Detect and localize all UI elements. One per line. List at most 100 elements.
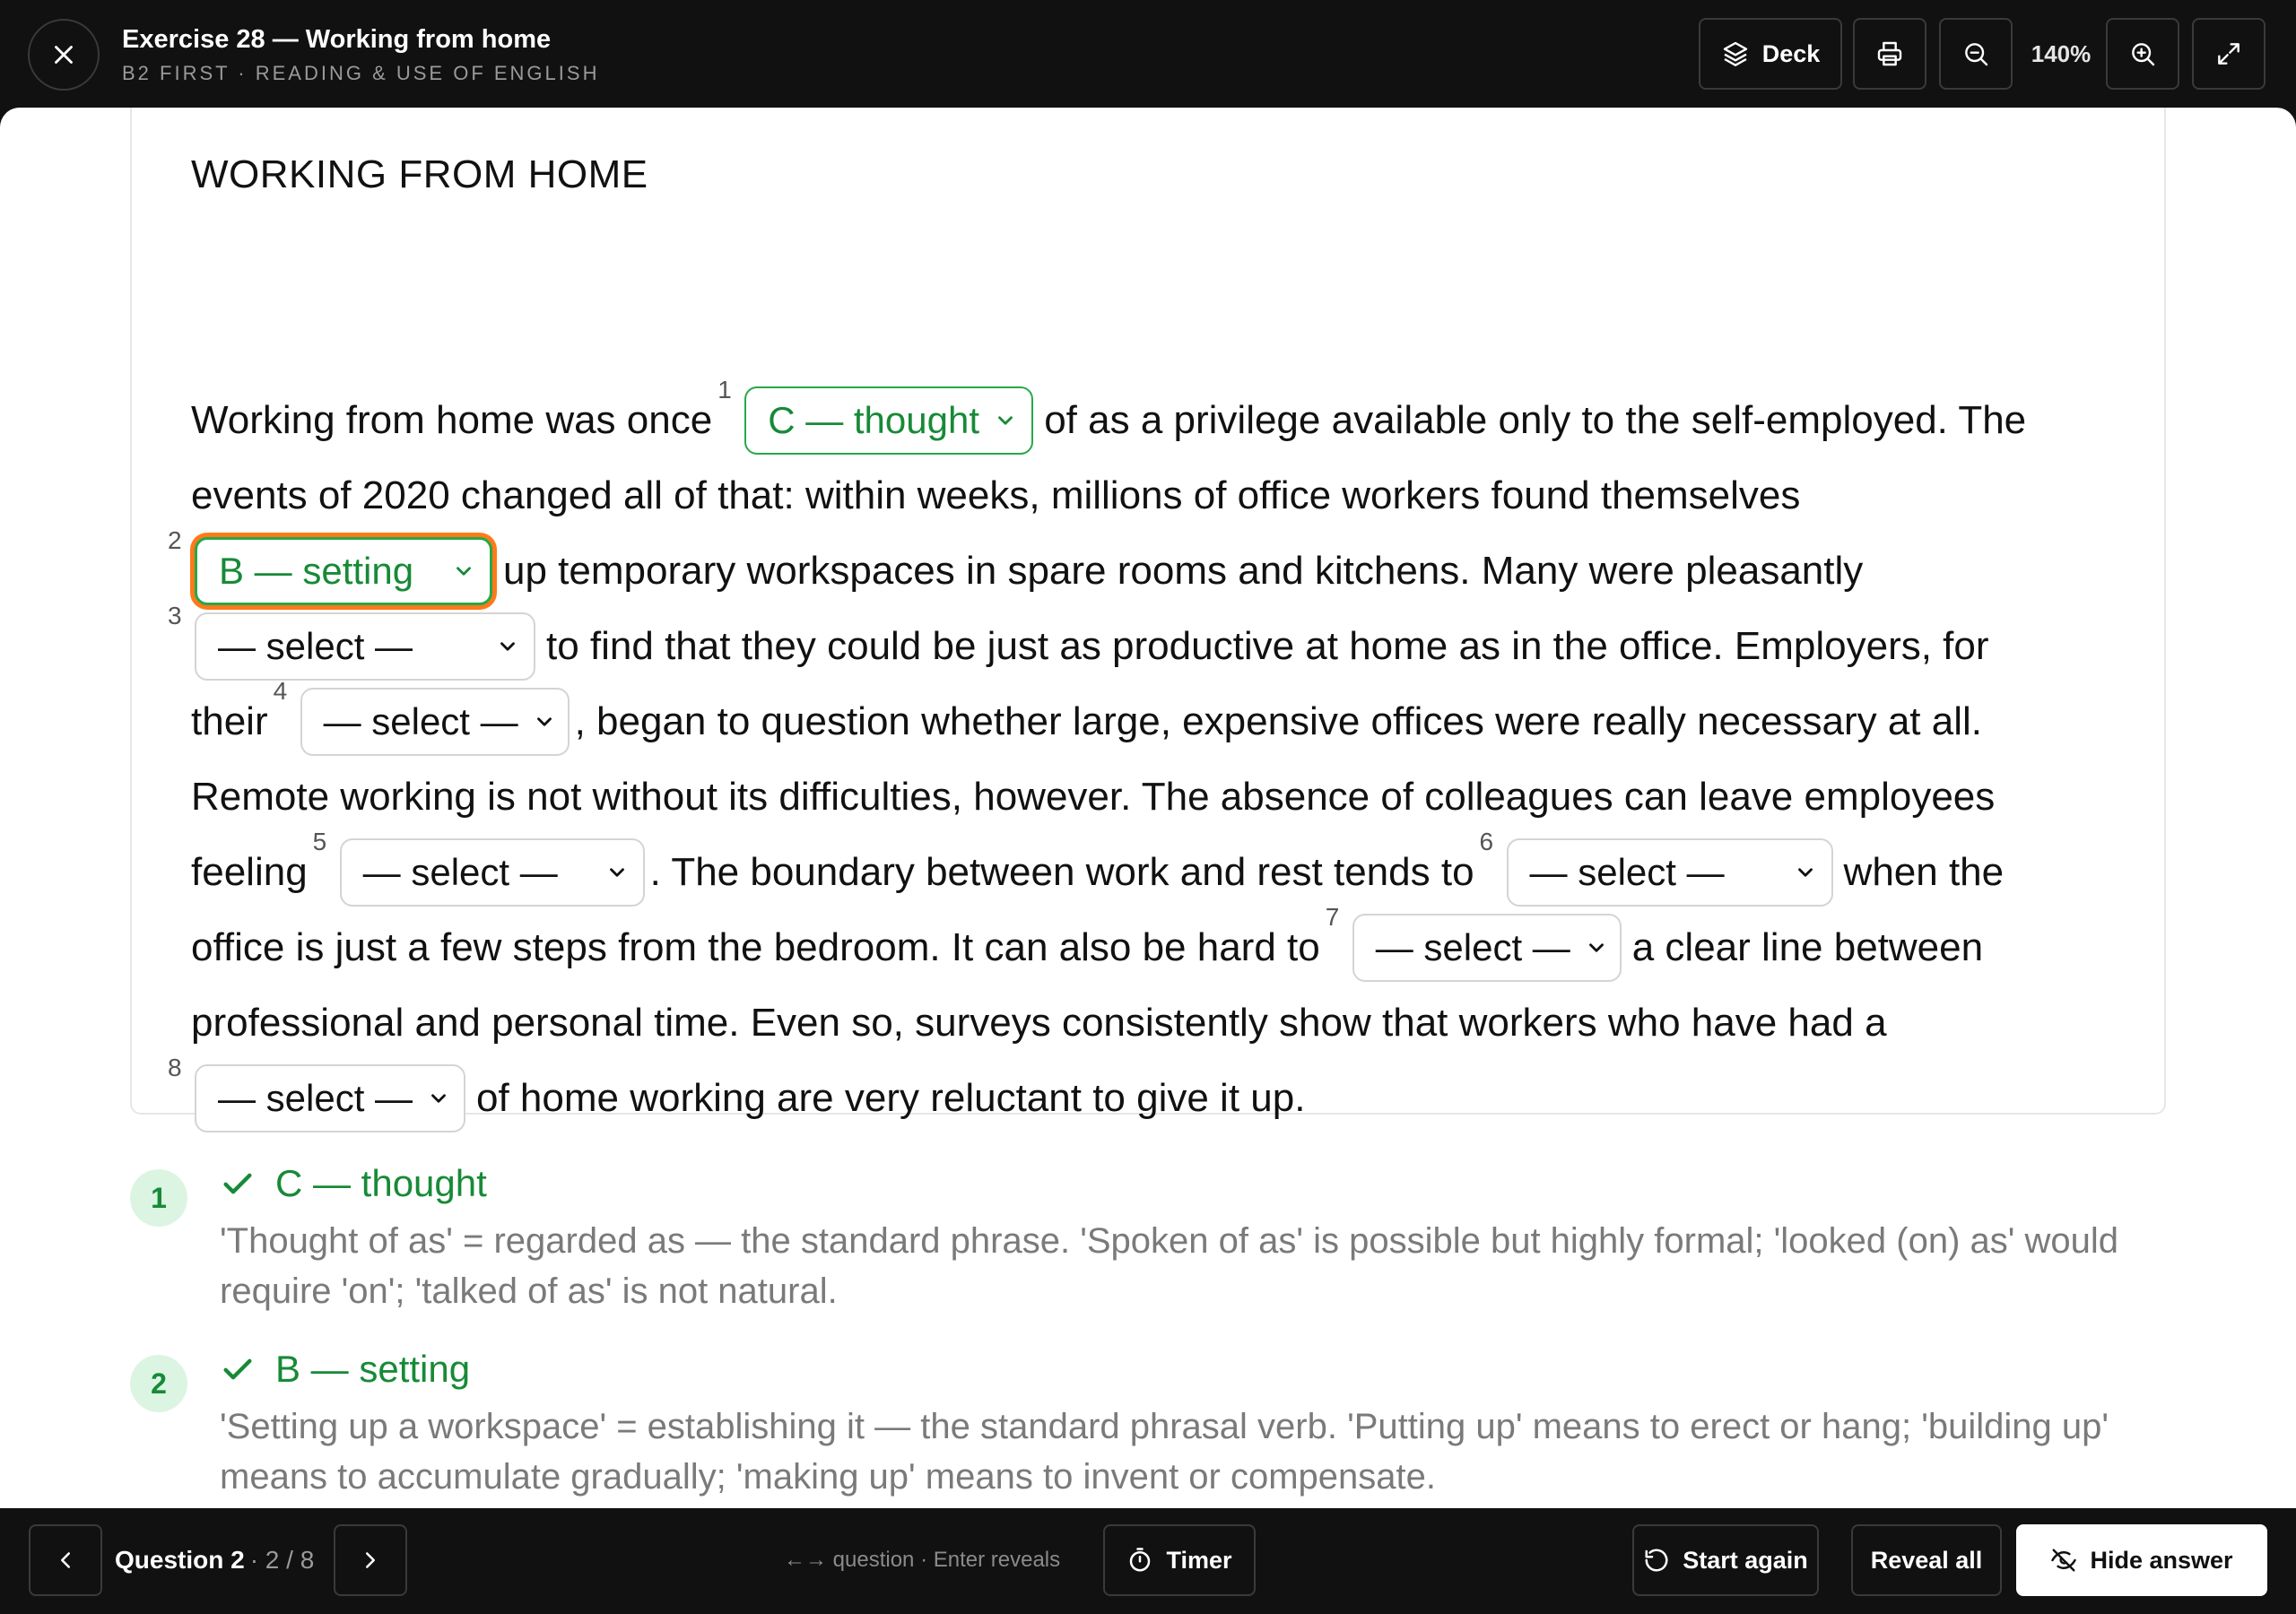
timer-label: Timer xyxy=(1166,1546,1232,1574)
zoom-in-button[interactable] xyxy=(2106,18,2179,90)
answer-number: 1 xyxy=(130,1169,187,1227)
gap-5-value: — select — xyxy=(362,851,558,893)
eye-off-icon xyxy=(2051,1549,2077,1572)
passage-text: office is just a few steps from the bedr… xyxy=(191,925,1320,969)
gap-number: 4 xyxy=(273,677,288,705)
start-again-button[interactable]: Start again xyxy=(1632,1524,1819,1596)
passage-line: Working from home was once 1 C — thought… xyxy=(191,376,2027,458)
passage-line: 2 B — setting up temporary workspaces in… xyxy=(168,526,1863,609)
gap-3-select[interactable]: — select — xyxy=(195,612,535,681)
next-question-button[interactable] xyxy=(334,1524,407,1596)
answer-explanation: 'Thought of as' = regarded as — the stan… xyxy=(220,1221,2119,1311)
answer-value: C — thought xyxy=(275,1162,487,1204)
reveal-all-label: Reveal all xyxy=(1870,1546,1983,1574)
gap-4: 4 — select — xyxy=(274,677,570,756)
answer-number: 2 xyxy=(130,1355,187,1412)
passage-text: when the xyxy=(1843,850,2005,894)
passage-text: Remote working is not without its diffic… xyxy=(191,775,1996,819)
chevron-down-icon xyxy=(998,416,1013,425)
passage-text: their xyxy=(191,699,268,743)
gap-3: 3 — select — xyxy=(168,602,535,681)
gap-6: 6 — select — xyxy=(1480,828,1833,907)
passage-text: . The boundary between work and rest ten… xyxy=(649,850,1474,894)
exercise-title: Exercise 28 — Working from home xyxy=(122,25,552,54)
gap-2: 2 B — setting xyxy=(168,526,492,605)
gap-2-select[interactable]: B — setting xyxy=(195,537,492,605)
passage-line: Remote working is not without its diffic… xyxy=(191,759,1995,835)
chevron-down-icon xyxy=(457,567,471,576)
passage-line: their 4 — select — , began to question w… xyxy=(191,677,1983,759)
gap-4-value: — select — xyxy=(323,700,518,742)
gap-number: 6 xyxy=(1479,828,1494,855)
exercise-subtitle: B2 FIRST · READING & USE OF ENGLISH xyxy=(122,62,600,84)
gap-number: 2 xyxy=(168,526,182,554)
zoom-level: 140% xyxy=(2031,39,2092,67)
passage-text: of as a privilege available only to the … xyxy=(1044,398,2027,442)
chevron-down-icon xyxy=(536,717,552,726)
passage-text: to find that they could be just as produ… xyxy=(546,624,1989,668)
gap-1-select[interactable]: C — thought xyxy=(744,386,1034,455)
print-button[interactable] xyxy=(1853,18,1926,90)
previous-question-button[interactable] xyxy=(29,1524,102,1596)
passage-line: professional and personal time. Even so,… xyxy=(191,985,1887,1061)
passage-line: office is just a few steps from the bedr… xyxy=(191,903,1984,985)
passage-line: feeling 5 — select — . The boundary betw… xyxy=(191,828,2005,910)
deck-label: Deck xyxy=(1761,39,1821,67)
gap-5: 5 — select — xyxy=(313,828,645,907)
close-icon xyxy=(55,46,73,64)
restart-icon xyxy=(1645,1549,1668,1572)
passage-text: events of 2020 changed all of that: with… xyxy=(191,473,1801,517)
gap-8-value: — select — xyxy=(218,1077,413,1119)
check-icon xyxy=(223,1173,252,1194)
gap-1-value: C — thought xyxy=(768,399,980,441)
exercise-titles: Exercise 28 — Working from home B2 FIRST… xyxy=(122,23,599,88)
timer-button[interactable]: Timer xyxy=(1103,1524,1256,1596)
chevron-down-icon xyxy=(1588,943,1604,952)
passage-line: events of 2020 changed all of that: with… xyxy=(191,458,1800,534)
question-position: · 2 / 8 xyxy=(249,1546,315,1574)
answer-heading: C — thought xyxy=(220,1162,487,1205)
gap-number: 7 xyxy=(1325,903,1340,931)
hide-answer-button[interactable]: Hide answer xyxy=(2016,1524,2267,1596)
zoom-out-button[interactable] xyxy=(1939,18,2013,90)
stopwatch-icon xyxy=(1130,1548,1151,1572)
gap-6-select[interactable]: — select — xyxy=(1506,838,1833,907)
passage-text: a clear line between xyxy=(1631,925,1984,969)
passage-text: professional and personal time. Even so,… xyxy=(191,1001,1887,1045)
chevron-right-icon xyxy=(366,1552,375,1568)
close-button[interactable] xyxy=(28,19,100,91)
deck-button[interactable]: Deck xyxy=(1699,18,1842,90)
passage-title: WORKING FROM HOME xyxy=(191,152,648,196)
content-area: WORKING FROM HOME Working from home was … xyxy=(0,108,2296,1508)
reveal-all-button[interactable]: Reveal all xyxy=(1851,1524,2002,1596)
passage-text: feeling xyxy=(191,850,308,894)
gap-7: 7 — select — xyxy=(1326,903,1622,982)
answer-heading: B — setting xyxy=(220,1348,470,1391)
top-bar: Exercise 28 — Working from home B2 FIRST… xyxy=(0,0,2296,108)
gap-number: 3 xyxy=(168,602,182,629)
gap-number: 8 xyxy=(168,1054,182,1081)
passage-text: , began to question whether large, expen… xyxy=(574,699,1983,743)
gap-8-select[interactable]: — select — xyxy=(195,1064,465,1132)
gap-2-value: B — setting xyxy=(219,550,414,592)
chevron-down-icon xyxy=(609,868,624,877)
gap-8: 8 — select — xyxy=(168,1054,465,1132)
gap-7-select[interactable]: — select — xyxy=(1352,914,1622,982)
gap-5-select[interactable]: — select — xyxy=(339,838,645,907)
gap-3-value: — select — xyxy=(218,625,413,667)
hide-answer-label: Hide answer xyxy=(2090,1546,2233,1574)
expand-icon xyxy=(2218,43,2239,65)
question-indicator: Question 2 · 2 / 8 xyxy=(115,1524,314,1596)
question-label: Question 2 xyxy=(115,1546,245,1574)
fullscreen-button[interactable] xyxy=(2192,18,2266,90)
passage-text: Working from home was once xyxy=(191,398,713,442)
keyboard-hint: ←→ question · Enter reveals xyxy=(784,1548,1061,1572)
gap-4-select[interactable]: — select — xyxy=(300,688,570,756)
start-again-label: Start again xyxy=(1683,1546,1808,1574)
layers-icon xyxy=(1723,41,1747,66)
gap-7-value: — select — xyxy=(1375,926,1570,968)
chevron-left-icon xyxy=(61,1552,70,1568)
chevron-down-icon xyxy=(1797,868,1813,877)
check-icon xyxy=(223,1358,252,1380)
answer-value: B — setting xyxy=(275,1348,471,1390)
